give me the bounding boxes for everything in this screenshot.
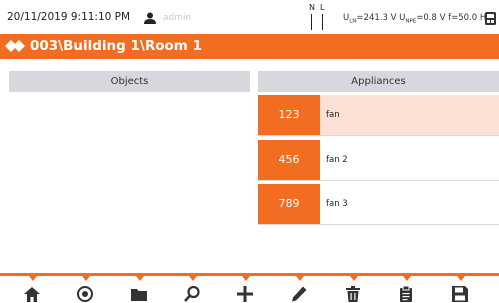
notch — [29, 276, 37, 281]
unpe-value: =0.8 V — [416, 13, 446, 23]
neutral-label: N — [309, 3, 315, 12]
objects-column-header[interactable]: Objects — [9, 71, 250, 92]
appliance-row[interactable]: 789 fan 3 — [258, 184, 499, 225]
measure-button[interactable] — [62, 276, 110, 303]
breadcrumb-path: 003\Building 1\Room 1 — [30, 38, 202, 54]
notch — [136, 276, 144, 281]
clipboard-button[interactable] — [383, 276, 431, 303]
home-icon — [24, 287, 40, 302]
target-icon — [77, 286, 93, 302]
notch — [296, 276, 304, 281]
notch — [189, 276, 197, 281]
line-bar — [322, 14, 323, 30]
add-button[interactable] — [222, 276, 270, 303]
appliance-name: fan 2 — [326, 155, 348, 165]
user-icon — [144, 12, 156, 24]
nl-indicator: N L — [308, 3, 328, 30]
line-label: L — [320, 3, 325, 12]
edit-button[interactable] — [276, 276, 324, 303]
meter-icon — [485, 12, 496, 25]
pencil-icon — [292, 286, 307, 302]
appliance-name: fan — [326, 110, 340, 120]
status-bar: 20/11/2019 9:11:10 PM admin N L ULN=241.… — [0, 0, 499, 34]
notch — [242, 276, 250, 281]
delete-button[interactable] — [330, 276, 378, 303]
appliance-code: 123 — [258, 95, 320, 135]
appliance-icon — [5, 40, 25, 52]
folder-icon — [131, 289, 147, 301]
home-button[interactable] — [9, 276, 57, 303]
save-icon — [452, 286, 468, 302]
unpe-sub: NPE — [405, 18, 417, 25]
plus-icon — [237, 286, 253, 302]
appliance-name: fan 3 — [326, 199, 348, 209]
notch — [403, 276, 411, 281]
clipboard-icon — [400, 285, 412, 302]
save-button[interactable] — [437, 276, 485, 303]
bottom-toolbar — [0, 273, 499, 303]
measurement-readout: ULN=241.3 V UNPE=0.8 V f=50.0 Hz — [343, 13, 491, 25]
appliances-column-header[interactable]: Appliances — [258, 71, 499, 92]
folder-button[interactable] — [116, 276, 164, 303]
uln-value: =241.3 V — [356, 13, 397, 23]
trash-icon — [346, 286, 360, 302]
notch — [82, 276, 90, 281]
search-icon — [184, 285, 200, 302]
neutral-bar — [311, 14, 312, 30]
appliance-row[interactable]: 123 fan — [258, 95, 499, 136]
appliance-code: 789 — [258, 184, 320, 224]
notch — [350, 276, 358, 281]
current-user: admin — [163, 13, 192, 23]
path-header: 003\Building 1\Room 1 — [0, 34, 499, 59]
appliance-row[interactable]: 456 fan 2 — [258, 140, 499, 181]
search-button[interactable] — [169, 276, 217, 303]
appliance-code: 456 — [258, 140, 320, 180]
notch — [457, 276, 465, 281]
datetime: 20/11/2019 9:11:10 PM — [7, 11, 131, 23]
